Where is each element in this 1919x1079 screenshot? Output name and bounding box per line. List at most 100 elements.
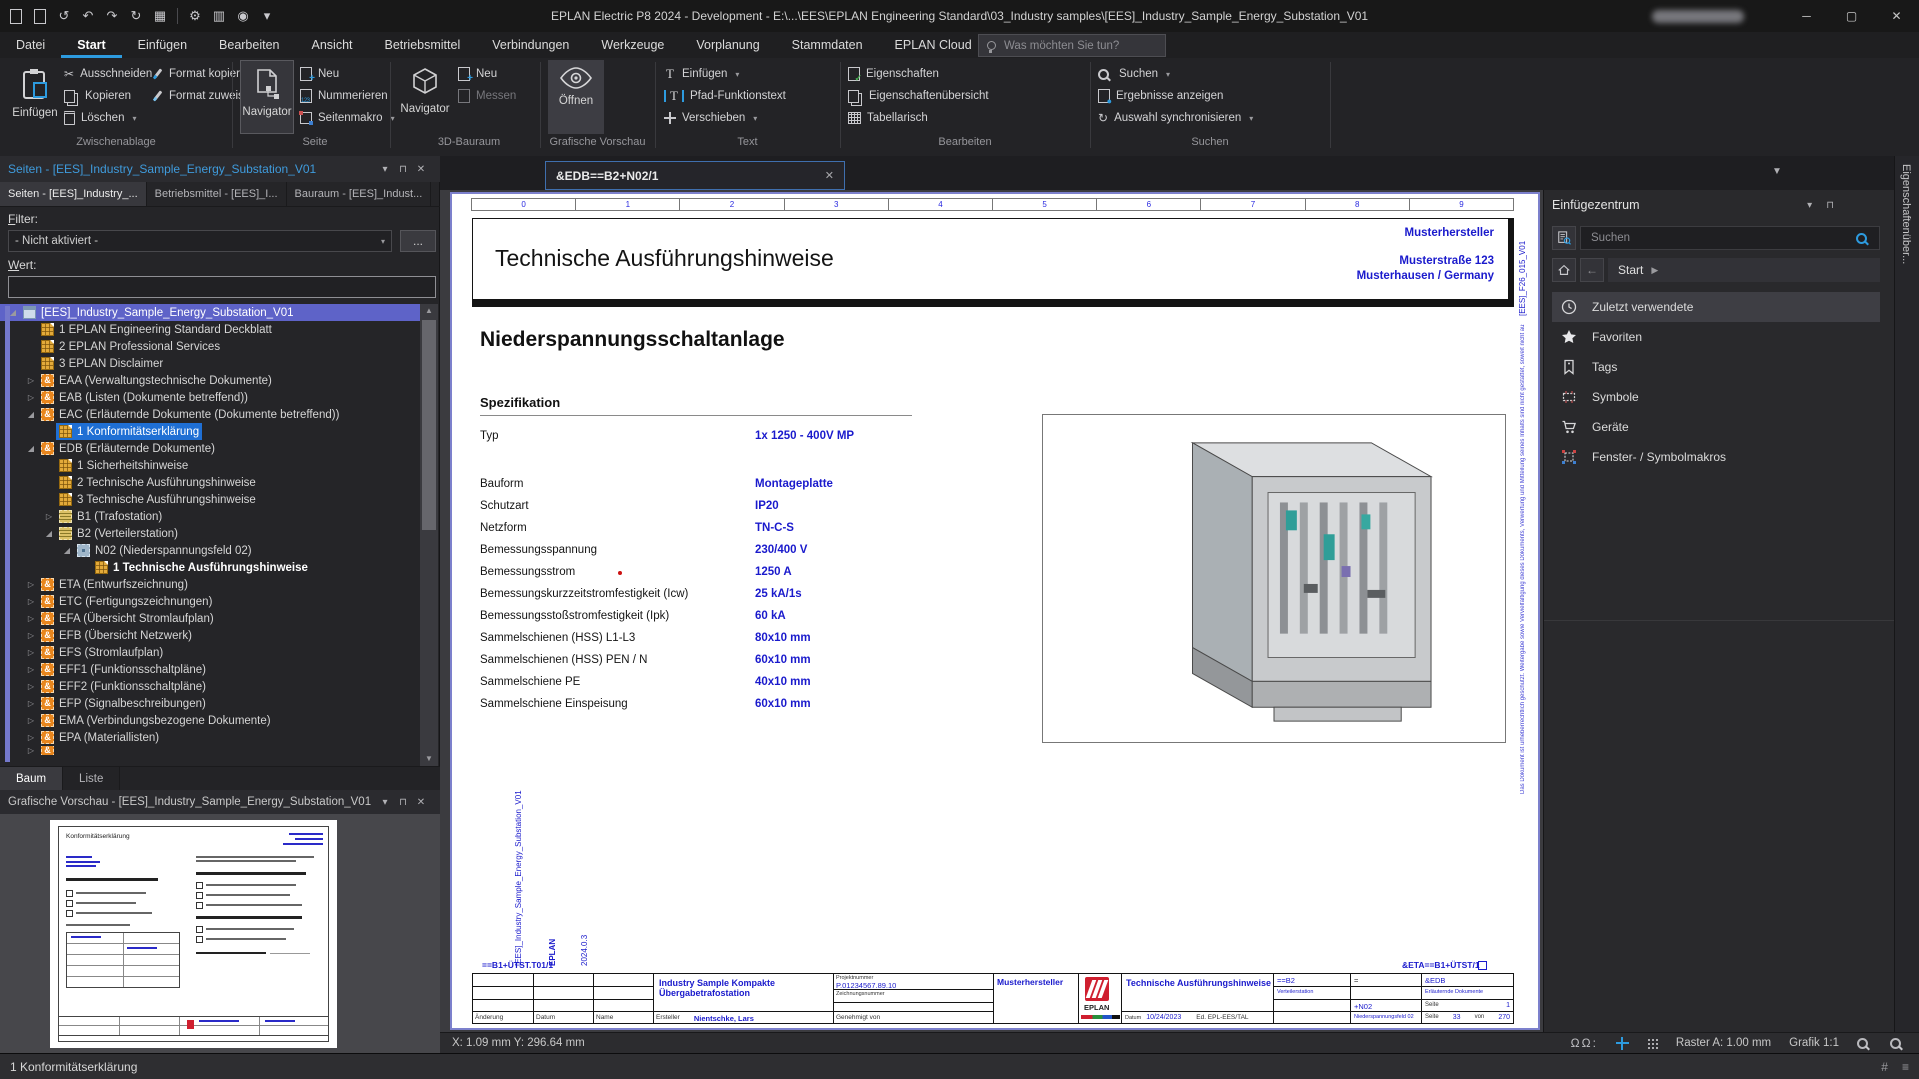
tree-item[interactable]: 2 Technische Ausführungshinweise [0,474,420,491]
user-settings-icon[interactable]: ◉ [233,6,253,26]
tab-list-dropdown-icon[interactable]: ▼ [1772,166,1782,177]
sync-selection-button[interactable]: ↻Auswahl synchronisieren▾ [1098,108,1253,128]
tell-me-input[interactable] [1002,39,1126,53]
expander-icon[interactable]: ▷ [24,631,38,640]
menu-item-vorplanung[interactable]: Vorplanung [680,32,775,58]
insert-item-symbols[interactable]: Symbole [1552,382,1880,412]
close-button[interactable]: ✕ [1874,0,1919,32]
scroll-down-icon[interactable]: ▼ [420,752,438,766]
preview-thumbnail[interactable]: Konformitätserklärung [50,820,337,1048]
zoom-out-icon[interactable] [1857,1038,1868,1049]
expander-icon[interactable]: ▷ [24,614,38,623]
page-new-icon[interactable] [6,6,26,26]
maximize-button[interactable]: ▢ [1829,0,1874,32]
redo-icon[interactable]: ↷ [102,6,122,26]
expander-icon[interactable]: ▷ [24,648,38,657]
menu-item-stammdaten[interactable]: Stammdaten [776,32,879,58]
tree-item[interactable]: ▷&ETC (Fertigungszeichnungen) [0,593,420,610]
page-open-icon[interactable] [30,6,50,26]
tree-item[interactable]: 1 EPLAN Engineering Standard Deckblatt [0,321,420,338]
tree-item[interactable]: ◢B2 (Verteilerstation) [0,525,420,542]
copy-button[interactable]: Kopieren [64,86,131,106]
panel-dropdown-icon[interactable]: ▾ [376,164,394,175]
search-results-button[interactable] [1552,226,1576,250]
tree-item[interactable]: ▷&EFS (Stromlaufplan) [0,644,420,661]
tree-item[interactable]: ▷&EMA (Verbindungsbezogene Dokumente) [0,712,420,729]
panel-pin-icon[interactable]: ⊓ [1826,200,1834,211]
settings-wrench-icon[interactable]: ⚙ [185,6,205,26]
filter-more-button[interactable]: ... [400,230,436,252]
tab-betriebsmittel[interactable]: Betriebsmittel - [EES]_I... [147,182,287,206]
properties-button[interactable]: ✓Eigenschaften [848,64,939,84]
tree-item[interactable]: ▷&EAA (Verwaltungstechnische Dokumente) [0,372,420,389]
panel-close-icon[interactable]: ✕ [412,164,430,175]
tree-item[interactable]: 1 Konformitätserklärung [0,423,420,440]
breadcrumb-start[interactable]: Start [1618,263,1643,277]
tabular-button[interactable]: Tabellarisch [848,108,928,128]
tree-item[interactable]: ▷&EAB (Listen (Dokumente betreffend)) [0,389,420,406]
undo-circle-icon[interactable]: ↺ [54,6,74,26]
tree-item[interactable]: ▷&EFP (Signalbeschreibungen) [0,695,420,712]
filter-select[interactable]: - Nicht aktiviert -▾ [8,230,392,252]
minimize-button[interactable]: ─ [1784,0,1829,32]
wert-input[interactable] [8,276,436,298]
scroll-up-icon[interactable]: ▲ [420,304,438,318]
panel-dropdown-icon[interactable]: ▾ [376,797,394,808]
drawing-page[interactable]: 0123456789 Technische Ausführungshinweis… [450,192,1540,1030]
insert-item-favorites[interactable]: Favoriten [1552,322,1880,352]
expander-icon[interactable]: ▷ [42,512,56,521]
tab-liste[interactable]: Liste [63,767,120,791]
panel-dropdown-icon[interactable]: ▾ [1807,200,1812,211]
menu-item-start[interactable]: Start [61,32,121,58]
master-data-icon[interactable]: ▥ [209,6,229,26]
delete-button[interactable]: Löschen▾ [64,108,137,128]
tree-item[interactable]: ▷&EFF2 (Funktionsschaltpläne) [0,678,420,695]
tree-item[interactable]: ◢[EES]_Industry_Sample_Energy_Substation… [0,304,420,321]
back-button[interactable]: ← [1580,258,1604,282]
tree-item[interactable]: 3 Technische Ausführungshinweise [0,491,420,508]
menu-item-datei[interactable]: Datei [0,32,61,58]
expander-icon[interactable]: ▷ [24,746,38,755]
expander-icon[interactable]: ▷ [24,393,38,402]
tree-item[interactable]: 1 Sicherheitshinweise [0,457,420,474]
menu-item-einfügen[interactable]: Einfügen [122,32,203,58]
tree-item[interactable]: ▷&ETA (Entwurfszeichnung) [0,576,420,593]
expander-icon[interactable]: ◢ [60,546,74,555]
tree-scrollbar[interactable]: ▲ ▼ [420,304,438,766]
expander-icon[interactable]: ▷ [24,580,38,589]
tree-item[interactable]: ▷&EFF1 (Funktionsschaltpläne) [0,661,420,678]
format-copy-button[interactable]: Format kopieren [152,64,253,84]
menu-item-werkzeuge[interactable]: Werkzeuge [585,32,680,58]
menu-item-eplan-cloud[interactable]: EPLAN Cloud [879,32,988,58]
panel-pin-icon[interactable]: ⊓ [394,164,412,175]
caret-down-icon[interactable]: ▾ [257,6,277,26]
placeholder-delete-icon[interactable]: ▦ [150,6,170,26]
breadcrumb[interactable]: Start ▶ [1608,258,1880,282]
menu-item-bearbeiten[interactable]: Bearbeiten [203,32,295,58]
status-list-icon[interactable]: ≡ [1902,1060,1909,1074]
tab-seiten[interactable]: Seiten - [EES]_Industry_... [0,182,147,206]
space-new-button[interactable]: +Neu [458,64,497,84]
expander-icon[interactable]: ▷ [24,682,38,691]
expander-icon[interactable]: ▷ [24,733,38,742]
tab-bauraum[interactable]: Bauraum - [EES]_Indust... [287,182,432,206]
expander-icon[interactable]: ◢ [24,410,38,419]
insert-center-search[interactable] [1580,226,1880,250]
cut-button[interactable]: ✂Ausschneiden [64,64,152,84]
page-macro-button[interactable]: Seitenmakro▾ [300,108,395,128]
move-button[interactable]: Verschieben▾ [664,108,757,128]
insert-center-search-input[interactable] [1589,231,1833,245]
panel-pin-icon[interactable]: ⊓ [394,797,412,808]
tab-baum[interactable]: Baum [0,767,63,791]
tree-item[interactable]: ▷&EFB (Übersicht Netzwerk) [0,627,420,644]
page-navigator-button[interactable]: Navigator [240,60,294,134]
insert-item-tags[interactable]: Tags [1552,352,1880,382]
user-account-blurred[interactable] [1652,10,1744,23]
undo-icon[interactable]: ↶ [78,6,98,26]
tree-item[interactable]: ◢&EAC (Erläuternde Dokumente (Dokumente … [0,406,420,423]
properties-overview-button[interactable]: Eigenschaftenübersicht [848,86,989,106]
menu-item-verbindungen[interactable]: Verbindungen [476,32,585,58]
expander-icon[interactable]: ▷ [24,665,38,674]
properties-overview-tab[interactable]: Eigenschaftenüber... [1900,164,1912,264]
scroll-thumb[interactable] [422,320,436,530]
